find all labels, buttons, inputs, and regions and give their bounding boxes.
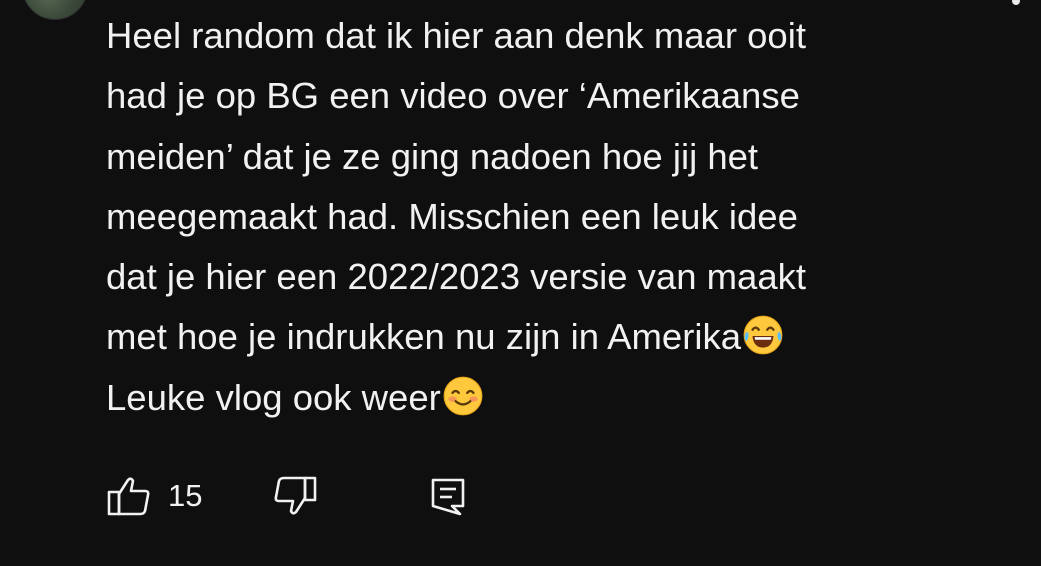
comment-line: met hoe je indrukken nu zijn in Amerika xyxy=(106,316,742,358)
laughing-tears-emoji xyxy=(743,316,783,355)
comment-line: Leuke vlog ook weer xyxy=(106,376,441,418)
reply-icon xyxy=(431,478,465,516)
comment-line: dat je hier een 2022/2023 versie van maa… xyxy=(106,256,807,298)
like-count: 15 xyxy=(168,478,203,513)
comment-line-with-emoji: Leuke vlog ook weer xyxy=(106,368,1026,428)
smiling-blush-emoji xyxy=(443,376,483,416)
more-options-icon[interactable] xyxy=(1012,0,1020,5)
thumbs-down-icon xyxy=(274,476,317,515)
reply-button[interactable] xyxy=(430,470,466,522)
comment-line-with-emoji: met hoe je indrukken nu zijn in Amerika xyxy=(106,307,1026,367)
comment-line: meegemaakt had. Misschien een leuk idee xyxy=(106,195,798,237)
comment-text: Heel random dat ik hier aan denk maar oo… xyxy=(106,6,1026,428)
comment-line: meiden’ dat je ze ging nadoen hoe jij he… xyxy=(106,135,759,177)
like-button[interactable]: 15 xyxy=(106,470,202,522)
thumbs-up-icon xyxy=(107,477,150,516)
comment-line: Heel random dat ik hier aan denk maar oo… xyxy=(106,15,806,56)
dislike-button[interactable] xyxy=(272,470,318,522)
comment-actions: 15 xyxy=(106,470,606,526)
comment-line: had je op BG een video over ‘Amerikaanse xyxy=(106,75,800,117)
avatar[interactable] xyxy=(22,0,88,20)
